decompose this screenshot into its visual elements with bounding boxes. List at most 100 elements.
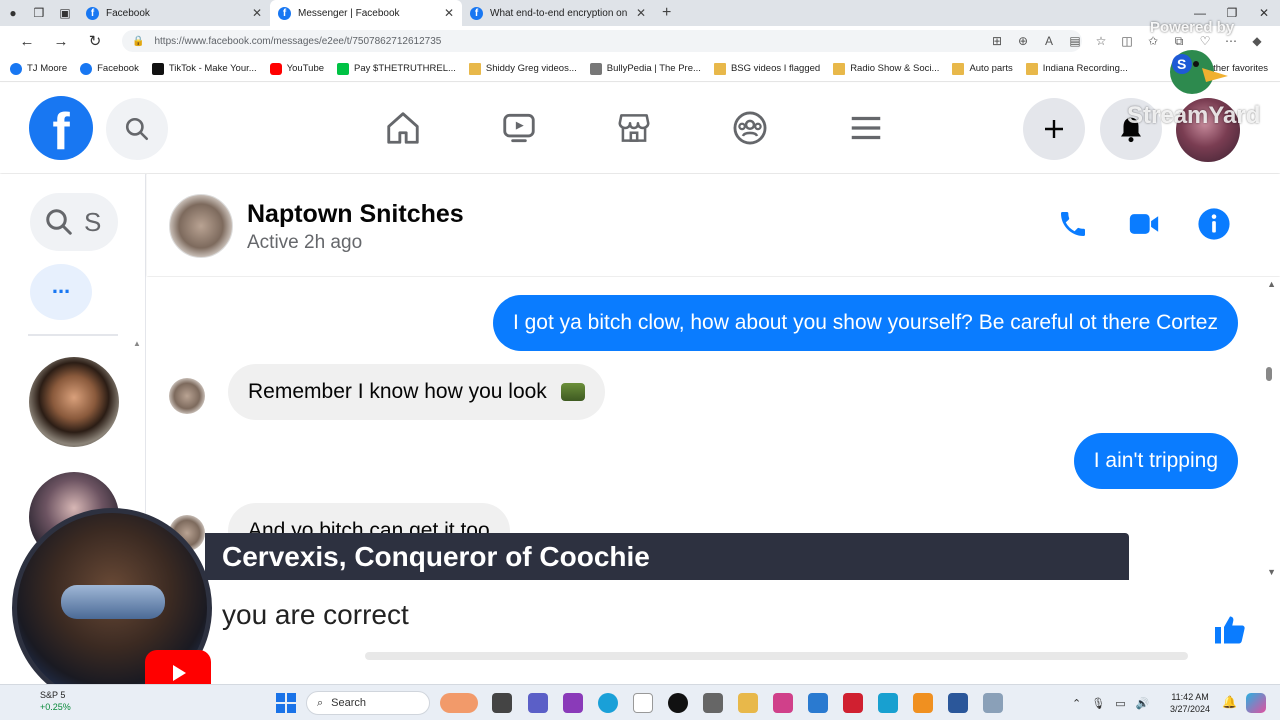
immersive-reader-icon[interactable]: ▤ (1062, 34, 1088, 48)
facebook-search-button[interactable] (106, 98, 168, 160)
acrobat-icon[interactable] (843, 693, 863, 713)
edge-icon[interactable] (598, 693, 618, 713)
back-icon[interactable]: ← (10, 33, 44, 50)
paint-icon[interactable] (808, 693, 828, 713)
favorite-star-icon[interactable]: ☆ (1088, 34, 1114, 48)
bookmark-item[interactable]: BSG videos I flagged (713, 62, 821, 75)
close-tab-icon[interactable]: ✕ (252, 6, 262, 20)
create-button[interactable] (1023, 98, 1085, 160)
bookmark-item[interactable]: BullyPedia | The Pre... (589, 62, 701, 75)
bookmark-label: Indiana Recording... (1042, 63, 1128, 74)
close-tab-icon[interactable]: ✕ (636, 6, 646, 20)
sender-avatar[interactable] (169, 378, 205, 414)
taskbar-search[interactable]: ⌕ Search (306, 691, 430, 715)
scroll-down-icon[interactable]: ▼ (1267, 567, 1276, 577)
extensions-icon[interactable]: ⊞ (984, 34, 1010, 48)
bookmark-item[interactable]: Facebook (80, 62, 139, 75)
facebook-logo-icon[interactable]: f (29, 96, 93, 160)
split-screen-icon[interactable]: ◫ (1114, 34, 1140, 48)
bookmark-item[interactable]: TJ Moore (10, 62, 68, 75)
file-explorer-icon[interactable] (738, 693, 758, 713)
windows-taskbar: S&P 5 +0.25% ⌕ Search ⌃ 🎙 ▭ 🔊 11:42 AM 3… (0, 684, 1280, 720)
clipchamp-icon[interactable] (563, 693, 583, 713)
like-thumb-icon[interactable] (1212, 612, 1248, 648)
close-window-icon[interactable]: ✕ (1248, 0, 1280, 26)
skype-icon[interactable] (878, 693, 898, 713)
photos-icon[interactable] (773, 693, 793, 713)
marketplace-nav-button[interactable] (611, 105, 657, 151)
bookmark-item[interactable]: Radio Show & Soci... (833, 62, 940, 75)
tab-facebook[interactable]: f Facebook ✕ (78, 0, 270, 26)
copilot-icon[interactable] (1246, 693, 1266, 713)
folder-icon (833, 62, 846, 75)
conversation-avatar[interactable] (169, 194, 233, 258)
chevron-up-icon[interactable]: ⌃ (1072, 697, 1081, 710)
word-icon[interactable] (948, 693, 968, 713)
refresh-icon[interactable]: ↻ (78, 32, 112, 50)
new-tab-icon[interactable]: + (662, 4, 671, 22)
network-icon[interactable]: ▭ (1115, 697, 1125, 710)
forward-icon[interactable]: → (44, 33, 78, 50)
tab-messenger[interactable]: f Messenger | Facebook ✕ (270, 0, 462, 26)
tab-encryption[interactable]: f What end-to-end encryption on ✕ (462, 0, 654, 26)
conversation-info-button[interactable] (1194, 204, 1234, 244)
scroll-up-icon[interactable]: ▲ (133, 339, 141, 348)
bookmark-item[interactable]: TikTok - Make Your... (151, 62, 257, 75)
stock-name: S&P 5 (40, 690, 66, 700)
more-options-button[interactable]: ... (30, 264, 92, 320)
teams-icon[interactable] (528, 693, 548, 713)
glasses-shape (61, 585, 165, 619)
plus-icon (1045, 120, 1063, 138)
bookmark-label: TJ Moore (27, 63, 68, 74)
groups-nav-button[interactable] (727, 105, 773, 151)
stock-widget[interactable]: S&P 5 +0.25% (14, 689, 71, 713)
bookmark-item[interactable]: Indiana Recording... (1025, 62, 1128, 75)
taskbar-clock[interactable]: 11:42 AM 3/27/2024 (1170, 691, 1210, 715)
bookmark-item[interactable]: Pay $THETRUTHREL... (337, 62, 456, 75)
video-call-button[interactable] (1124, 204, 1164, 244)
chat-search-input[interactable]: S (30, 193, 118, 251)
commenter-name-banner: Cervexis, Conqueror of Coochie (205, 533, 1129, 580)
tiktok-icon[interactable] (668, 693, 688, 713)
notepad-icon[interactable] (633, 693, 653, 713)
url-field[interactable]: 🔒 https://www.facebook.com/messages/e2ee… (122, 30, 1082, 52)
read-aloud-icon[interactable]: A (1036, 34, 1062, 48)
snipping-tool-icon[interactable] (913, 693, 933, 713)
bookmark-label: BSG videos I flagged (730, 63, 821, 74)
microphone-icon[interactable]: 🎙 (1091, 697, 1105, 710)
volume-icon[interactable]: 🔊 (1136, 697, 1150, 710)
message-bubble-outgoing[interactable]: I got ya bitch clow, how about you show … (492, 295, 1238, 351)
bookmark-label: Pay $THETRUTHREL... (354, 63, 456, 74)
task-view-icon[interactable] (492, 693, 512, 713)
bookmark-item[interactable]: Auto parts (952, 62, 1013, 75)
chat-avatar[interactable] (29, 357, 119, 447)
bookmark-item[interactable]: Shiddy Greg videos... (468, 62, 577, 75)
close-tab-icon[interactable]: ✕ (444, 6, 454, 20)
video-nav-button[interactable] (496, 105, 542, 151)
workspaces-icon[interactable]: ❒ (26, 0, 52, 26)
tab-actions-icon[interactable]: ▣ (52, 0, 78, 26)
camera-icon[interactable] (703, 693, 723, 713)
facebook-favicon-icon: f (278, 6, 291, 20)
audio-call-button[interactable] (1053, 204, 1093, 244)
zoom-icon[interactable]: ⊕ (1010, 34, 1036, 48)
profile-icon[interactable]: ● (0, 0, 26, 26)
conversation-name[interactable]: Naptown Snitches (247, 200, 464, 229)
windows-start-icon[interactable] (276, 693, 296, 713)
calculator-icon[interactable] (983, 693, 1003, 713)
home-nav-button[interactable] (380, 105, 426, 151)
copilot-widget-icon[interactable] (440, 693, 478, 713)
tab-title: Facebook (106, 7, 150, 19)
scroll-up-icon[interactable]: ▲ (1267, 279, 1276, 289)
notification-bell-icon[interactable]: 🔔 (1222, 695, 1237, 709)
bookmark-label: Radio Show & Soci... (850, 63, 940, 74)
tiktok-icon (151, 62, 164, 75)
folder-icon (468, 62, 481, 75)
bookmark-item[interactable]: YouTube (269, 62, 324, 75)
lock-icon[interactable]: 🔒 (132, 36, 144, 47)
message-bubble-outgoing[interactable]: I ain't tripping (1073, 433, 1238, 489)
scrollbar-thumb[interactable] (1266, 367, 1272, 381)
copilot-icon[interactable]: ◆ (1244, 34, 1270, 48)
menu-nav-button[interactable] (843, 105, 889, 151)
message-bubble-incoming[interactable]: Remember I know how you look (228, 364, 605, 420)
